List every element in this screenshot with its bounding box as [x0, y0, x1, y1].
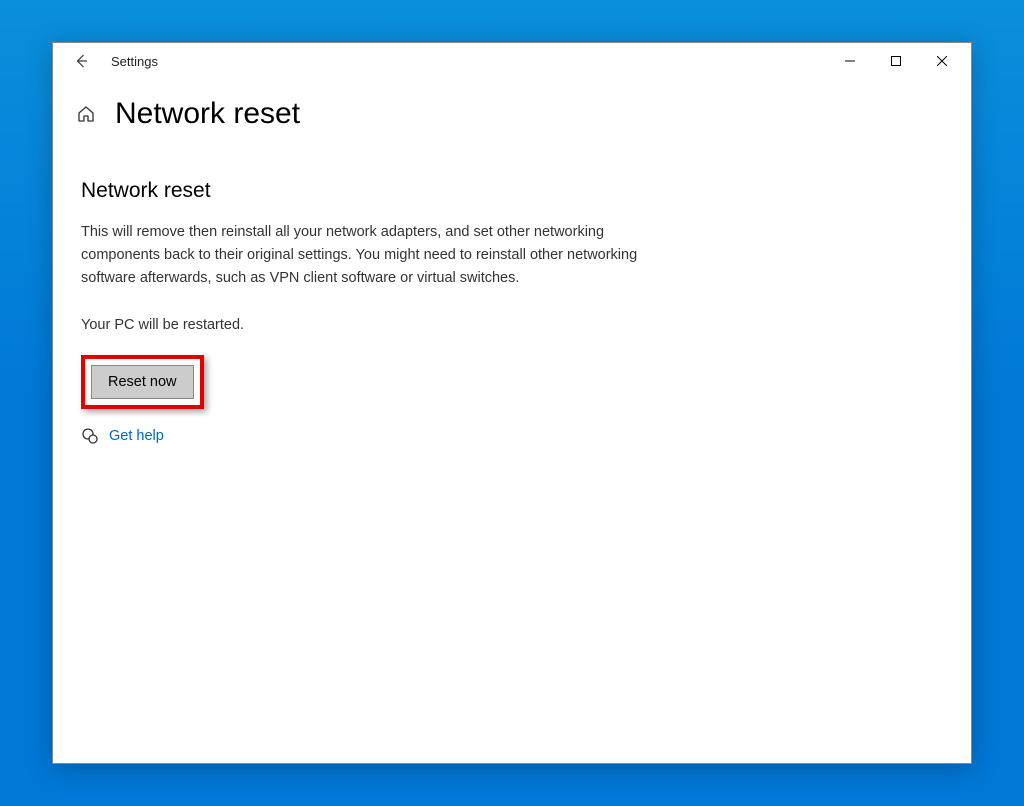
minimize-button[interactable] — [827, 46, 873, 76]
help-icon — [81, 427, 99, 445]
help-row: Get help — [81, 427, 673, 445]
settings-window: Settings — [52, 42, 972, 764]
home-icon-svg — [76, 104, 96, 124]
section-heading: Network reset — [81, 179, 673, 203]
highlight-annotation: Reset now — [81, 355, 204, 409]
app-title: Settings — [111, 54, 158, 69]
minimize-icon — [845, 56, 855, 66]
page-title: Network reset — [115, 97, 300, 131]
close-icon — [937, 56, 947, 66]
close-button[interactable] — [919, 46, 965, 76]
back-arrow-icon — [73, 53, 89, 69]
back-button[interactable] — [69, 49, 93, 73]
maximize-icon — [891, 56, 901, 66]
titlebar: Settings — [53, 43, 971, 79]
restart-note: Your PC will be restarted. — [81, 317, 673, 333]
body-region: Network reset This will remove then rein… — [53, 179, 673, 445]
content-area: Network reset Network reset This will re… — [53, 79, 971, 445]
description-text: This will remove then reinstall all your… — [81, 221, 673, 291]
reset-now-button[interactable]: Reset now — [91, 365, 194, 399]
page-header: Network reset — [53, 97, 971, 131]
window-controls — [827, 46, 965, 76]
get-help-link[interactable]: Get help — [109, 428, 164, 444]
home-icon[interactable] — [75, 103, 97, 125]
maximize-button[interactable] — [873, 46, 919, 76]
